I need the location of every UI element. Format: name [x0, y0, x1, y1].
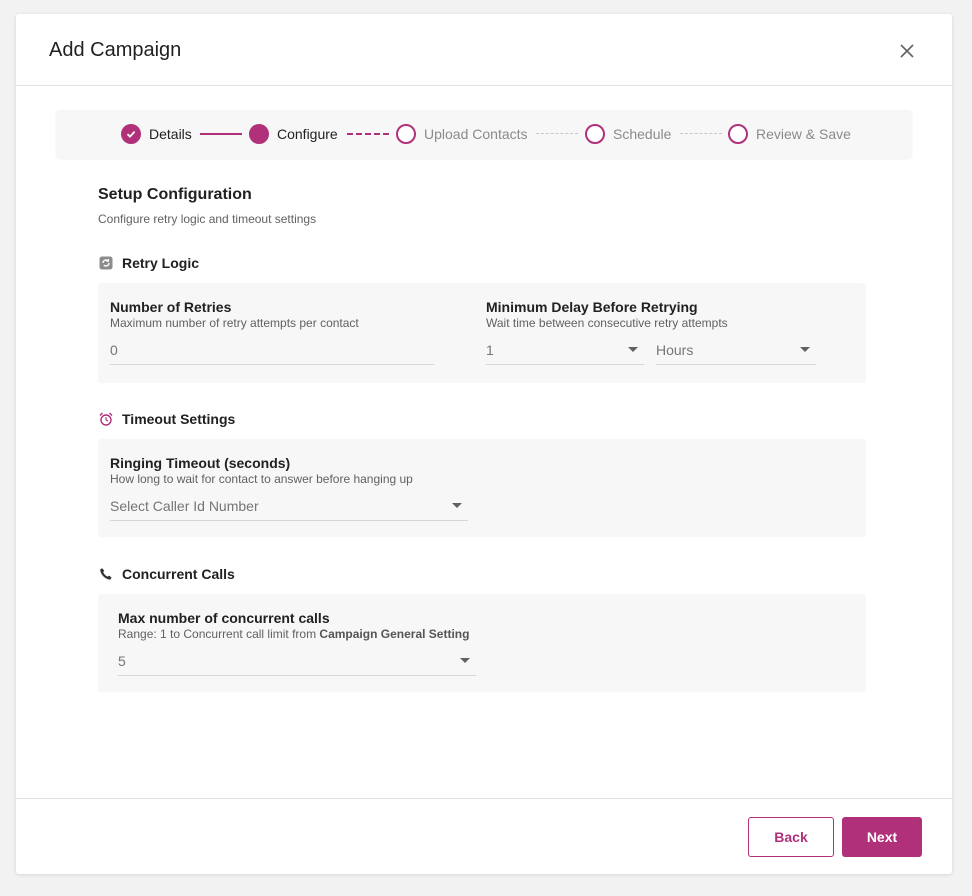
help-text: Range: 1 to Concurrent call limit from [118, 627, 320, 641]
concurrent-calls-heading: Concurrent Calls [98, 566, 235, 582]
current-step-dot-icon [249, 124, 269, 144]
close-icon[interactable] [896, 40, 918, 62]
field-help: Wait time between consecutive retry atte… [486, 316, 728, 330]
phone-icon [98, 566, 114, 582]
step-label: Review & Save [756, 126, 851, 142]
group-label: Timeout Settings [122, 411, 236, 427]
caret-down-icon [452, 503, 462, 508]
field-help: How long to wait for contact to answer b… [110, 472, 413, 486]
empty-circle-icon [728, 124, 748, 144]
step-connector [680, 133, 722, 134]
delay-amount-select[interactable]: 1 [486, 335, 644, 365]
step-upload-contacts[interactable]: Upload Contacts [396, 110, 528, 158]
next-button[interactable]: Next [842, 817, 922, 857]
field-label: Max number of concurrent calls [118, 610, 330, 626]
retry-logic-heading: Retry Logic [98, 255, 199, 271]
modal-footer: Back Next [16, 798, 952, 874]
step-schedule[interactable]: Schedule [585, 110, 671, 158]
group-label: Concurrent Calls [122, 566, 235, 582]
select-value: 5 [118, 652, 126, 669]
modal-header: Add Campaign [16, 14, 952, 86]
alarm-clock-icon [98, 411, 114, 427]
step-connector [200, 133, 242, 135]
step-details[interactable]: Details [121, 110, 192, 158]
modal-title: Add Campaign [49, 39, 182, 61]
max-concurrent-calls-select[interactable]: 5 [118, 646, 476, 676]
empty-circle-icon [585, 124, 605, 144]
number-of-retries-input[interactable] [110, 341, 434, 358]
delay-unit-select[interactable]: Hours [656, 335, 816, 365]
step-review-save[interactable]: Review & Save [728, 110, 851, 158]
field-label: Ringing Timeout (seconds) [110, 455, 291, 471]
ringing-timeout-select[interactable]: Select Caller Id Number [110, 491, 468, 521]
caret-down-icon [800, 347, 810, 352]
field-help: Maximum number of retry attempts per con… [110, 316, 359, 330]
timeout-settings-card: Ringing Timeout (seconds) How long to wa… [98, 439, 866, 537]
step-configure[interactable]: Configure [249, 110, 338, 158]
step-label: Schedule [613, 126, 672, 142]
field-label: Number of Retries [110, 299, 232, 315]
stepper: Details Configure Upload Contacts Schedu… [56, 110, 912, 158]
step-connector [347, 133, 389, 135]
section-title: Setup Configuration [98, 186, 252, 203]
timeout-settings-heading: Timeout Settings [98, 411, 235, 427]
number-of-retries-input-wrap [110, 335, 434, 365]
select-placeholder: Select Caller Id Number [110, 497, 259, 514]
step-label: Configure [277, 126, 338, 142]
step-label: Upload Contacts [424, 126, 528, 142]
back-button[interactable]: Back [748, 817, 834, 857]
section-subtitle: Configure retry logic and timeout settin… [98, 212, 317, 226]
field-label: Minimum Delay Before Retrying [486, 299, 698, 315]
field-help: Range: 1 to Concurrent call limit from C… [118, 627, 469, 641]
caret-down-icon [460, 658, 470, 663]
empty-circle-icon [396, 124, 416, 144]
refresh-icon [98, 255, 114, 271]
check-icon [121, 124, 141, 144]
caret-down-icon [628, 347, 638, 352]
add-campaign-modal: Add Campaign Details Configure Upload Co… [16, 14, 952, 874]
select-value: Hours [656, 341, 694, 358]
group-label: Retry Logic [122, 255, 200, 271]
help-text-bold: Campaign General Setting [319, 627, 470, 641]
step-connector [536, 133, 578, 134]
concurrent-calls-card: Max number of concurrent calls Range: 1 … [98, 594, 866, 692]
step-label: Details [149, 126, 192, 142]
select-value: 1 [486, 341, 494, 358]
retry-logic-card: Number of Retries Maximum number of retr… [98, 283, 866, 383]
